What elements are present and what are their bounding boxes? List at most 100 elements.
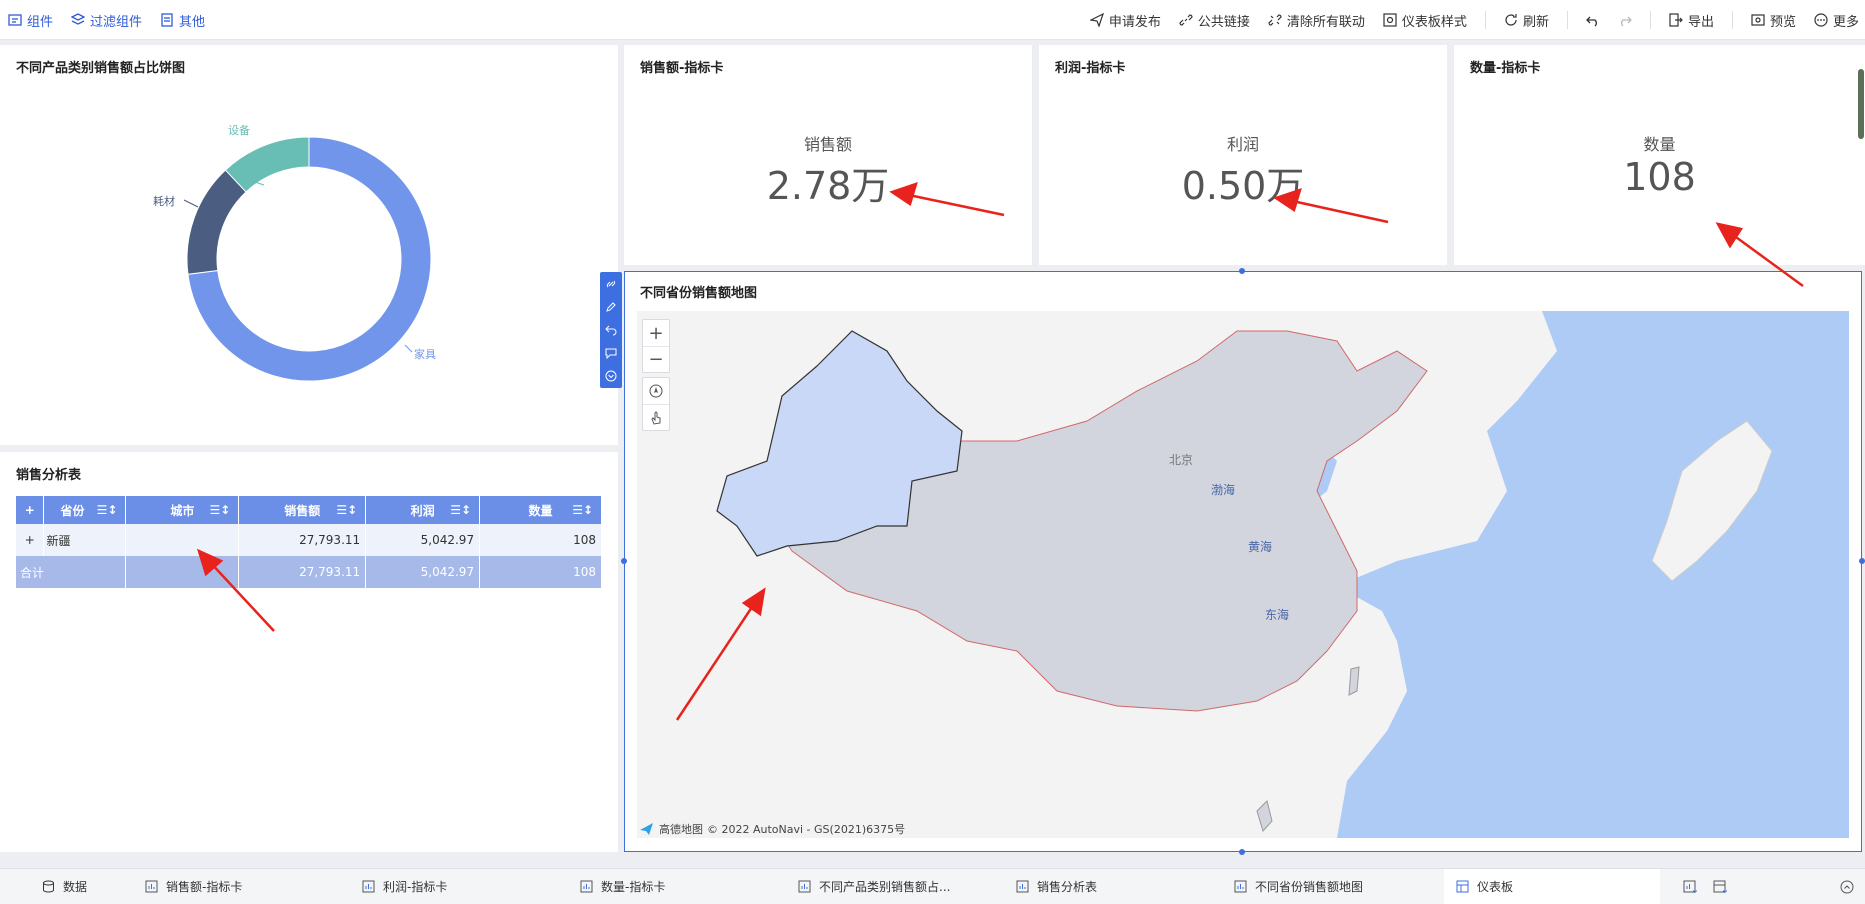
preview-icon	[1751, 14, 1765, 26]
sort-icon[interactable]: ☰↕	[209, 503, 230, 517]
resize-handle[interactable]	[1239, 268, 1245, 274]
tab-profit-kpi[interactable]: 利润-指标卡	[362, 869, 447, 904]
header-sales[interactable]: 销售额 ☰↕	[238, 496, 367, 524]
tab-pie-chart[interactable]: 不同产品类别销售额占...	[798, 869, 950, 904]
unlink-icon	[1268, 14, 1282, 26]
row-expand-toggle[interactable]: +	[16, 524, 45, 556]
preview-button[interactable]: 预览	[1751, 11, 1796, 30]
header-province-label: 省份	[60, 503, 85, 518]
table-row[interactable]: + 新疆 27,793.11 5,042.97 108	[16, 524, 602, 556]
resize-handle[interactable]	[621, 558, 627, 564]
kpi-card-quantity[interactable]: 数量-指标卡 数量 108	[1454, 45, 1865, 265]
chart-icon	[1016, 880, 1029, 893]
attribution-brand: 高德地图	[659, 823, 703, 836]
resize-handle[interactable]	[1859, 558, 1865, 564]
compass-button[interactable]	[643, 378, 669, 404]
redo-button[interactable]	[1618, 13, 1632, 27]
public-link-button[interactable]: 公共链接	[1179, 11, 1250, 30]
pan-hand-button[interactable]	[643, 404, 669, 430]
kpi-label: 数量	[1643, 135, 1676, 154]
map-panel[interactable]: 不同省份销售额地图 北京 渤海 黄海 东海 + − 高德地图 © 2022 Au…	[624, 271, 1862, 852]
dashboard-style-button[interactable]: 仪表板样式	[1383, 11, 1467, 30]
export-label: 导出	[1687, 14, 1714, 30]
map-label-bohai: 渤海	[1211, 482, 1235, 497]
sort-icon[interactable]: ☰↕	[450, 503, 471, 517]
tab-sales-kpi-label: 销售额-指标卡	[166, 880, 243, 894]
undo-button[interactable]	[1586, 13, 1600, 27]
label-leader	[404, 344, 413, 353]
refresh-icon	[1505, 14, 1517, 26]
pie-slice[interactable]	[186, 169, 247, 275]
pie-slice[interactable]	[224, 136, 310, 193]
kpi-card-profit[interactable]: 利润-指标卡 利润 0.50万	[1039, 45, 1447, 265]
pie-label-furniture: 家具	[414, 347, 436, 361]
zoom-in-button[interactable]: +	[643, 320, 669, 346]
toolbar-divider	[1484, 11, 1486, 29]
refresh-button[interactable]: 刷新	[1504, 11, 1549, 30]
sort-icon[interactable]: ☰↕	[97, 503, 118, 517]
chart-icon	[362, 880, 375, 893]
collapse-button[interactable]	[1840, 869, 1854, 904]
header-quantity[interactable]: 数量 ☰↕	[479, 496, 602, 524]
total-quantity: 108	[479, 556, 602, 588]
hand-icon	[651, 410, 661, 425]
clear-linkage-label: 清除所有联动	[1286, 14, 1365, 30]
clear-linkage-button[interactable]: 清除所有联动	[1268, 11, 1365, 30]
add-chart-icon	[1683, 880, 1697, 893]
tab-map[interactable]: 不同省份销售额地图	[1234, 869, 1363, 904]
province-map[interactable]: 北京 渤海 黄海 东海	[637, 311, 1849, 838]
bottom-tab-bar: 数据 销售额-指标卡 利润-指标卡 数量-指标卡 不同产品类别销售额占... 销…	[0, 868, 1865, 904]
resize-handle[interactable]	[1239, 849, 1245, 855]
tab-sales-table[interactable]: 销售分析表	[1016, 869, 1097, 904]
expand-all-toggle[interactable]: +	[16, 496, 45, 524]
toolbar-component-button[interactable]: 组件	[8, 11, 53, 30]
cell-profit: 5,042.97	[365, 524, 481, 556]
export-button[interactable]: 导出	[1669, 11, 1714, 30]
toolbar-other-button[interactable]: 其他	[160, 11, 205, 30]
sort-icon[interactable]: ☰↕	[336, 503, 357, 517]
cell-sales: 27,793.11	[238, 524, 367, 556]
tab-data[interactable]: 数据	[42, 869, 87, 904]
tab-pie-chart-label: 不同产品类别销售额占...	[819, 880, 951, 894]
zoom-out-button[interactable]: −	[643, 346, 669, 372]
toolbar-filter-button[interactable]: 过滤组件	[71, 11, 142, 30]
style-icon	[1383, 13, 1397, 27]
link-icon	[606, 280, 616, 287]
kpi-card-sales[interactable]: 销售额-指标卡 销售额 2.78万	[624, 45, 1032, 265]
export-icon	[1669, 13, 1683, 27]
cell-quantity: 108	[479, 524, 602, 556]
more-button[interactable]: 更多	[1814, 11, 1859, 30]
chart-icon	[580, 880, 593, 893]
pie-chart-panel[interactable]: 不同产品类别销售额占比饼图 设备 耗材 家具	[0, 45, 618, 445]
link-action-button[interactable]	[600, 272, 622, 295]
header-city[interactable]: 城市 ☰↕	[125, 496, 240, 524]
send-icon	[1089, 13, 1104, 27]
tab-dashboard[interactable]: 仪表板	[1444, 869, 1660, 904]
header-profit[interactable]: 利润 ☰↕	[365, 496, 481, 524]
dashboard-style-label: 仪表板样式	[1401, 14, 1467, 30]
header-province[interactable]: 省份 ☰↕	[43, 496, 127, 524]
add-dashboard-icon	[1713, 880, 1727, 893]
chart-icon	[145, 880, 158, 893]
add-component-button[interactable]	[1683, 869, 1697, 904]
more-action-button[interactable]	[600, 364, 622, 387]
total-sales: 27,793.11	[238, 556, 367, 588]
add-dashboard-button[interactable]	[1713, 869, 1727, 904]
more-icon	[1814, 13, 1828, 27]
edit-action-button[interactable]	[600, 295, 622, 318]
scrollbar-thumb[interactable]	[1858, 69, 1864, 139]
donut-chart[interactable]: 设备 耗材 家具	[0, 45, 618, 445]
tab-sales-kpi[interactable]: 销售额-指标卡	[145, 869, 242, 904]
toolbar-component-label: 组件	[27, 14, 54, 30]
apply-publish-button[interactable]: 申请发布	[1089, 11, 1161, 30]
kpi-label: 利润	[1226, 135, 1259, 154]
tab-quantity-kpi[interactable]: 数量-指标卡	[580, 869, 665, 904]
tab-dashboard-label: 仪表板	[1477, 880, 1514, 894]
undo-icon	[605, 325, 617, 335]
kpi-card-title: 利润-指标卡	[1055, 61, 1126, 76]
comment-action-button[interactable]	[600, 341, 622, 364]
kpi-label: 销售额	[803, 135, 852, 154]
map-label-donghai: 东海	[1265, 607, 1289, 622]
undo-action-button[interactable]	[600, 318, 622, 341]
sort-icon[interactable]: ☰↕	[572, 503, 593, 517]
